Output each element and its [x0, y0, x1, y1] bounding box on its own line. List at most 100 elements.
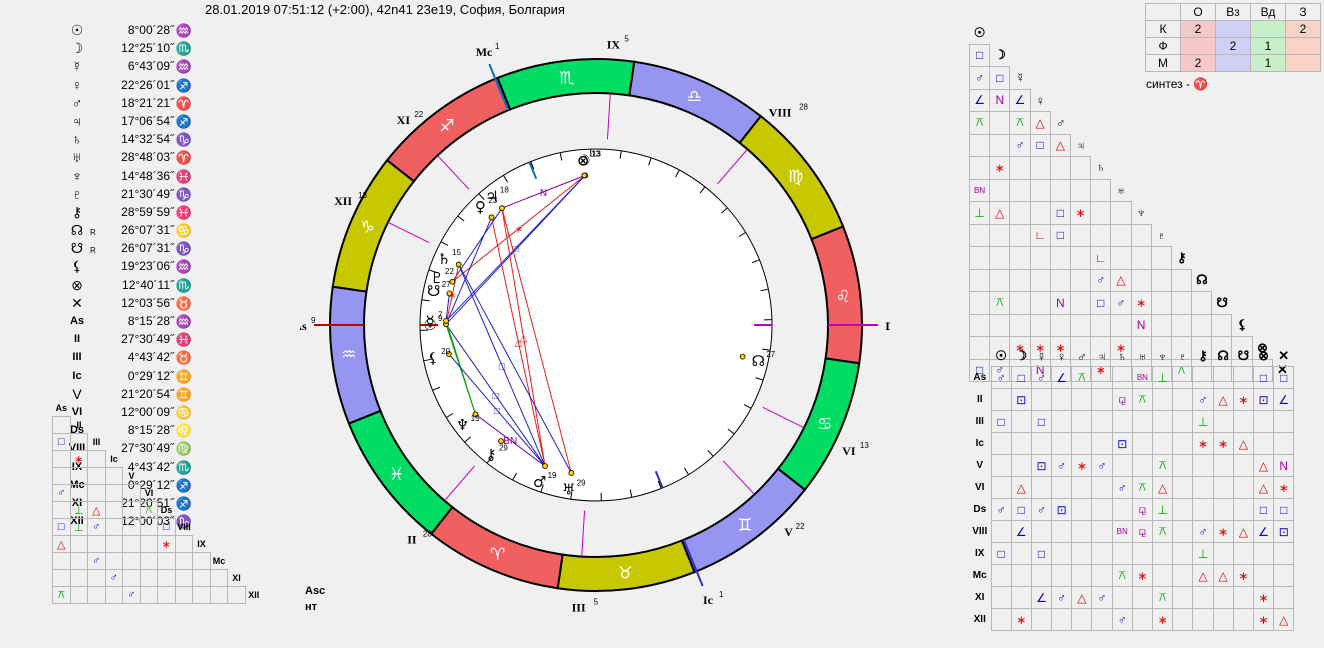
zodiac-sign-glyph: ♌: [836, 287, 851, 307]
planet-glyph[interactable]: ☿: [425, 312, 434, 330]
house-aspect-cell: [1010, 432, 1032, 455]
house-aspect-cell: □: [1030, 410, 1053, 433]
house-aspect-cell: [1091, 608, 1113, 631]
house-aspect-cell: △: [1273, 608, 1295, 631]
chart-header: 28.01.2019 07:51:12 (+2:00), 42n41 23e19…: [205, 2, 565, 17]
house-aspect-cell: ∗: [1212, 520, 1234, 543]
house-aspect-cell: ∗: [1071, 454, 1093, 477]
cusp-label: VIII: [769, 105, 792, 119]
house-grid-col-label: ☉: [995, 348, 1007, 363]
planet-glyph[interactable]: ♅: [562, 481, 575, 499]
planet-glyph[interactable]: ♆: [456, 416, 469, 434]
house-grid-row-label: XII: [973, 614, 986, 625]
planet-glyph: ☋: [70, 240, 84, 257]
house-aspect-cell: ∗: [1010, 608, 1032, 631]
aspect-cell: [1090, 223, 1112, 247]
house-aspect-cell: [1273, 432, 1295, 455]
cusp-aspect-cell: ⚻: [139, 501, 158, 519]
house-grid-row: II ⊡ ⚼ ⚻ ♂ △ ∗ ⊡ ∠: [969, 388, 1295, 411]
planet-glyph[interactable]: ⚷: [485, 446, 496, 464]
planet-row: III 4°43´42˝ ♉: [66, 350, 206, 368]
zodiac-sign-glyph: ♒: [341, 345, 356, 365]
house-aspect-cell: [1151, 410, 1174, 433]
house-grid-row-label: Ic: [975, 438, 984, 449]
planet-degree: 18°21´21˝: [121, 95, 174, 110]
elements-col-label: Вд: [1250, 3, 1286, 21]
cusp-line: [444, 465, 475, 502]
house-aspect-cell: △: [1252, 476, 1275, 499]
house-aspect-cell: [1131, 542, 1154, 565]
house-aspect-cell: [1172, 388, 1194, 411]
house-aspect-cell: [990, 476, 1012, 499]
sign-glyph: ♏: [175, 277, 193, 293]
house-grid-row-label: Mc: [972, 570, 987, 581]
cusp-grid-row: ♂ XI: [52, 569, 263, 587]
cusp-label: V: [784, 525, 793, 539]
aspect-grid-row: ⊥ △ □ ∗ ♆: [968, 201, 1293, 225]
cusp-line: [722, 460, 755, 495]
house-aspect-cell: [1192, 498, 1214, 521]
house-aspect-cell: △: [1151, 476, 1174, 499]
house-aspect-cell: [1091, 564, 1113, 587]
house-aspect-cell: ♂: [1091, 454, 1113, 477]
zodiac-sign-glyph: ♓: [389, 465, 404, 485]
house-aspect-cell: [1131, 608, 1154, 631]
aspect-cell: [989, 313, 1011, 337]
house-aspect-cell: [1151, 388, 1174, 411]
planet-glyph[interactable]: ⊗: [577, 151, 590, 169]
house-grid-row-label: V: [976, 460, 984, 471]
planet-degree: 8°00´28˝: [127, 23, 174, 37]
cusp-aspect-cell: [104, 501, 123, 519]
house-aspect-cell: [1051, 520, 1073, 543]
sign-glyph: ♉: [175, 350, 193, 366]
planet-glyph[interactable]: ☋: [427, 282, 440, 300]
aspect-cell: ∠: [1009, 88, 1031, 112]
cusp-aspect-cell: [52, 552, 71, 570]
planet-row: ♃ 17°06´54˝ ♐: [66, 113, 206, 132]
house-aspect-cell: ∗: [1252, 586, 1275, 609]
house-aspect-cell: [1172, 542, 1194, 565]
aspect-cell: △: [989, 201, 1011, 225]
natal-chart-wheel[interactable]: ♈♉♊♋♌♍♎♏♐♑♒♓As9II28III5Ic1V22VI13Ds9VIII…: [300, 18, 890, 633]
cusp-aspect-cell: [122, 535, 141, 553]
house-aspect-cell: □: [990, 410, 1012, 433]
planet-row: ☿ 6°43´09˝ ♒: [66, 58, 206, 77]
sign-glyph: ♑: [175, 186, 193, 202]
planet-glyph[interactable]: ♄: [437, 250, 450, 268]
house-aspect-cell: [1273, 564, 1295, 587]
planet-glyph[interactable]: ♂: [533, 473, 546, 491]
cusp-aspect-cell: [174, 535, 193, 553]
house-aspect-cell: [1111, 498, 1133, 521]
zodiac-sign-glyph: ♎: [687, 87, 702, 107]
zodiac-sign-glyph: ♐: [439, 116, 454, 136]
planet-glyph: ☉: [70, 22, 84, 38]
house-aspect-cell: ∗: [1232, 388, 1254, 411]
planet-glyph[interactable]: ☊: [752, 352, 765, 370]
planet-glyph: ♇: [71, 185, 83, 202]
house-grid-row: XII ∗ ♂ ∗ ∗ △: [969, 608, 1295, 631]
aspect-mark: □: [492, 391, 498, 402]
planet-glyph[interactable]: ♃: [485, 188, 498, 206]
house-aspect-cell: ♂: [1192, 388, 1214, 411]
aspect-cell: [989, 246, 1011, 270]
planet-row: ⚸ 19°23´06˝ ♒: [66, 258, 206, 277]
house-aspect-cell: ⚻: [1151, 520, 1174, 543]
planet-glyph: ⚷: [71, 203, 83, 220]
house-aspect-cell: □: [1252, 498, 1275, 521]
house-grid-row-label: VIII: [972, 526, 988, 537]
house-aspect-cell: ⊡: [1111, 432, 1133, 455]
aspect-grid-row: ⚻ ⚻ △ ♂: [968, 111, 1293, 135]
cusp-grid-row: ⊥ △ ⚻ Ds: [52, 501, 263, 519]
aspect-cell: [1211, 313, 1233, 337]
planet-glyph: III: [72, 351, 82, 364]
planet-glyph[interactable]: ⚸: [428, 349, 439, 367]
cusp-aspect-cell: ♂: [52, 484, 71, 502]
house-aspect-cell: [1030, 432, 1053, 455]
zodiac-sign-glyph: ♈: [490, 545, 505, 565]
house-aspect-cell: ♂: [1111, 608, 1133, 631]
aspect-cell: [1009, 313, 1031, 337]
aspect-grid-row: ⚻ N □ ♂ ∗ ☋: [968, 291, 1293, 315]
house-aspect-cell: ∠: [1252, 520, 1275, 543]
house-aspect-cell: ⚻: [1071, 366, 1093, 389]
house-aspect-cell: [1212, 586, 1234, 609]
